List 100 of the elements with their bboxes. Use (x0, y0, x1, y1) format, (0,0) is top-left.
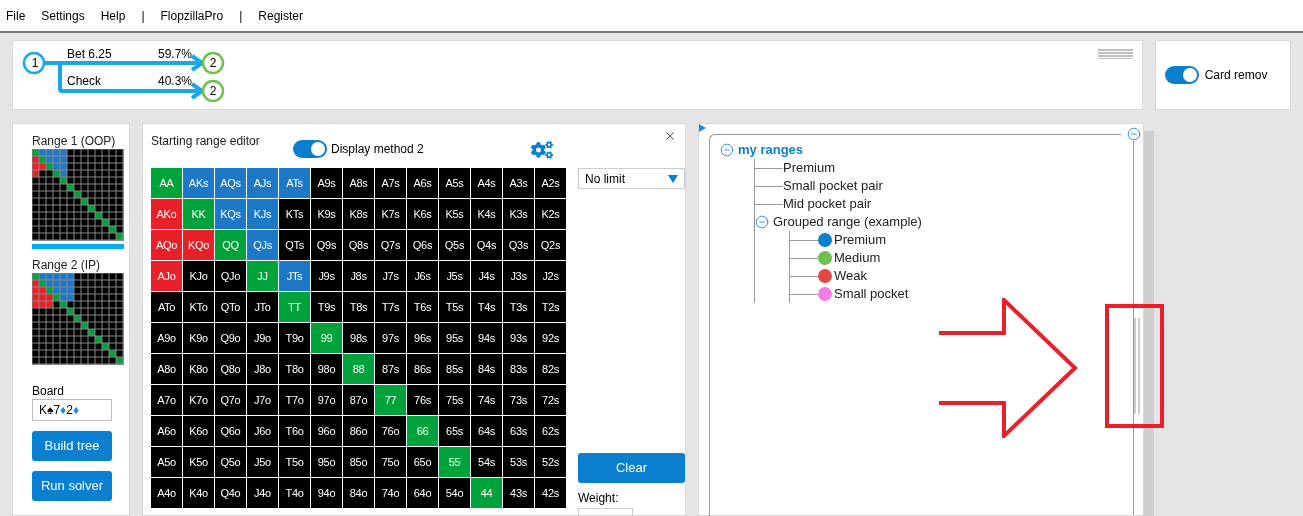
hand-cell[interactable]: K5s (439, 199, 470, 229)
collapse-icon[interactable] (1127, 127, 1141, 141)
hand-cell[interactable]: KTo (183, 292, 214, 322)
hand-cell[interactable]: Q6o (215, 416, 246, 446)
hand-cell[interactable]: J9o (247, 323, 278, 353)
toggle-switch[interactable] (293, 140, 327, 158)
hand-cell[interactable]: QTs (279, 230, 310, 260)
tree-item[interactable]: my ranges (738, 140, 804, 160)
hand-cell[interactable]: T3s (503, 292, 534, 322)
hand-cell[interactable]: J5o (247, 447, 278, 477)
hand-cell[interactable]: K2s (535, 199, 566, 229)
hand-cell[interactable]: AKo (151, 199, 182, 229)
hand-cell[interactable]: ATs (279, 168, 310, 198)
tree-item[interactable]: Medium (834, 248, 881, 268)
hand-cell[interactable]: AJs (247, 168, 278, 198)
hand-cell[interactable]: QTo (215, 292, 246, 322)
hand-cell[interactable]: J8o (247, 354, 278, 384)
hand-cell[interactable]: 95o (311, 447, 342, 477)
hand-cell[interactable]: KJo (183, 261, 214, 291)
hand-cell[interactable]: K6s (407, 199, 438, 229)
hand-cell[interactable]: J4s (471, 261, 502, 291)
hand-cell[interactable]: J3s (503, 261, 534, 291)
hand-cell[interactable]: J6o (247, 416, 278, 446)
hand-cell[interactable]: QJs (247, 230, 278, 260)
tree-item[interactable]: Small pocket (834, 284, 909, 304)
hand-cell[interactable]: 93s (503, 323, 534, 353)
hand-cell[interactable]: QJo (215, 261, 246, 291)
hand-cell[interactable]: T4o (279, 478, 310, 508)
hand-cell[interactable]: AKs (183, 168, 214, 198)
hand-cell[interactable]: KTs (279, 199, 310, 229)
action-button[interactable]: Build tree (32, 431, 112, 461)
hand-cell[interactable]: 84s (471, 354, 502, 384)
hand-cell[interactable]: T5o (279, 447, 310, 477)
hand-cell[interactable]: 75s (439, 385, 470, 415)
hand-cell[interactable]: J7s (375, 261, 406, 291)
hand-cell[interactable]: 96s (407, 323, 438, 353)
hand-cell[interactable]: 72s (535, 385, 566, 415)
hand-cell[interactable]: T7s (375, 292, 406, 322)
limit-dropdown[interactable]: No limit (578, 168, 685, 189)
hand-cell[interactable]: K6o (183, 416, 214, 446)
hand-cell[interactable]: JTo (247, 292, 278, 322)
settings-icon[interactable] (531, 139, 553, 161)
hand-cell[interactable]: 73s (503, 385, 534, 415)
hand-cell[interactable]: A8o (151, 354, 182, 384)
hand-cell[interactable]: AJo (151, 261, 182, 291)
menu-item[interactable]: Register (258, 6, 304, 25)
hand-cell[interactable]: AQs (215, 168, 246, 198)
hand-cell[interactable]: 65s (439, 416, 470, 446)
hand-cell[interactable]: Q9s (311, 230, 342, 260)
hand-cell[interactable]: 86s (407, 354, 438, 384)
hand-cell[interactable]: 54o (439, 478, 470, 508)
board-field[interactable]: K♠7♦2♦ (32, 399, 112, 421)
hand-cell[interactable]: T6o (279, 416, 310, 446)
hand-cell[interactable]: A9s (311, 168, 342, 198)
toggle-switch[interactable] (1164, 66, 1199, 84)
hand-cell[interactable]: 54s (471, 447, 502, 477)
hand-cell[interactable]: 76s (407, 385, 438, 415)
hand-cell[interactable]: Q3s (503, 230, 534, 260)
hand-cell[interactable]: 52s (535, 447, 566, 477)
hand-cell[interactable]: 84o (343, 478, 374, 508)
hand-cell[interactable]: Q5o (215, 447, 246, 477)
hand-cell[interactable]: 98s (343, 323, 374, 353)
hand-cell[interactable]: ATo (151, 292, 182, 322)
hand-cell[interactable]: 98o (311, 354, 342, 384)
hand-cell[interactable]: 64s (471, 416, 502, 446)
hand-cell[interactable]: 74s (471, 385, 502, 415)
hand-cell[interactable]: K7s (375, 199, 406, 229)
hand-cell[interactable]: 94s (471, 323, 502, 353)
menu-item[interactable]: Help (100, 6, 126, 25)
tree-item[interactable]: Premium (834, 230, 886, 250)
hand-cell[interactable]: A7o (151, 385, 182, 415)
hand-cell[interactable]: 62s (535, 416, 566, 446)
hand-cell[interactable]: 97s (375, 323, 406, 353)
hand-cell[interactable]: A3s (503, 168, 534, 198)
hand-cell[interactable]: T5s (439, 292, 470, 322)
close-icon[interactable] (663, 129, 677, 143)
hand-cell[interactable]: Q2s (535, 230, 566, 260)
hand-cell[interactable]: JTs (279, 261, 310, 291)
hand-cell[interactable]: J7o (247, 385, 278, 415)
hand-cell[interactable]: 64o (407, 478, 438, 508)
hand-cell[interactable]: 95s (439, 323, 470, 353)
menu-item[interactable]: | (141, 6, 145, 25)
hand-cell[interactable]: A5s (439, 168, 470, 198)
hand-cell[interactable]: A8s (343, 168, 374, 198)
tree-item[interactable]: Weak (834, 266, 867, 286)
expand-triangle-icon[interactable] (699, 124, 706, 132)
hand-cell[interactable]: 86o (343, 416, 374, 446)
hand-cell[interactable]: KJs (247, 199, 278, 229)
tree-item[interactable]: Mid pocket pair (783, 194, 872, 214)
hand-cell[interactable]: K4o (183, 478, 214, 508)
hand-cell[interactable]: Q4o (215, 478, 246, 508)
hand-cell[interactable]: A4s (471, 168, 502, 198)
hand-cell[interactable]: 83s (503, 354, 534, 384)
menu-item[interactable]: Settings (41, 6, 85, 25)
menu-item[interactable]: | (239, 6, 243, 25)
hand-cell[interactable]: AQo (151, 230, 182, 260)
hand-cell[interactable]: K8s (343, 199, 374, 229)
hand-cell[interactable]: Q6s (407, 230, 438, 260)
hand-cell[interactable]: 74o (375, 478, 406, 508)
hand-cell[interactable]: A5o (151, 447, 182, 477)
